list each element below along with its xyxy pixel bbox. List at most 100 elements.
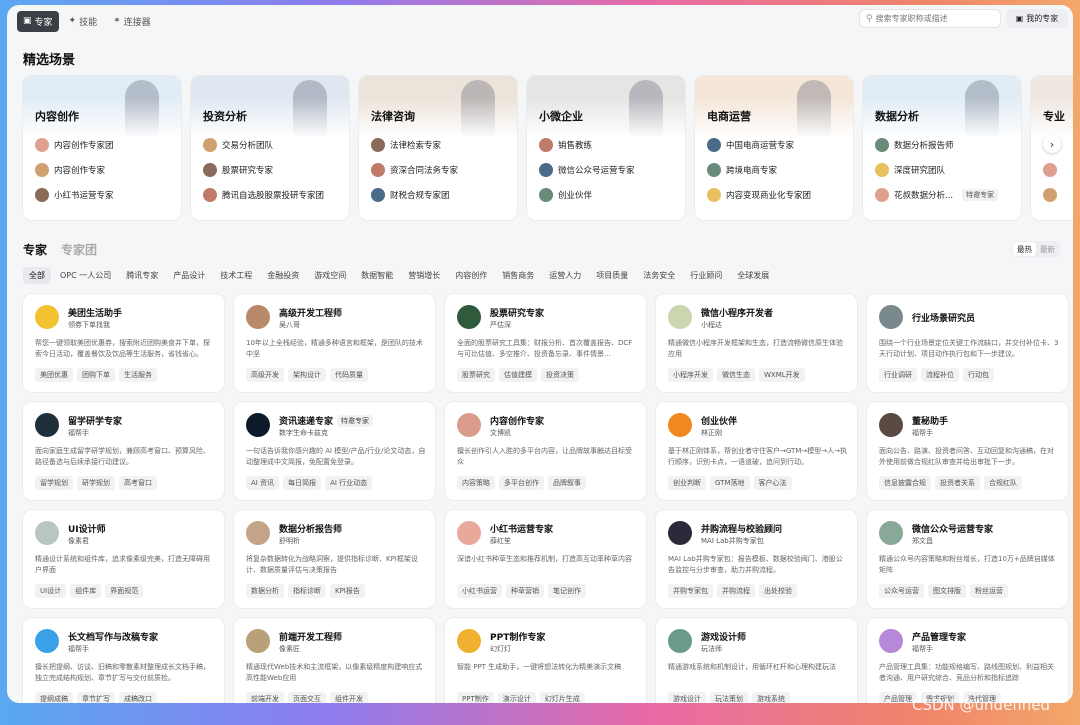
expert-description: 擅长把提纲、访谈、旧稿和零散素材整理成长文档手稿，独立完成结构规划、章节扩写与交… xyxy=(35,663,210,682)
scenario-expert-item[interactable]: 股票研究专家 xyxy=(203,163,273,177)
tab-expert[interactable]: 专家 xyxy=(23,241,47,258)
scenario-expert-item[interactable]: 财税合规专家团 xyxy=(371,188,450,202)
category-chip[interactable]: 技术工程 xyxy=(214,267,258,284)
expert-card[interactable]: 小红书运营专家 薛红笙 深谙小红书种草生态和推荐机制，打造高互动率种草内容 小红书运营… xyxy=(444,509,647,609)
expert-card[interactable]: 并购流程与校验顾问 MAI Lab并购专家包 MAI Lab并购专家包：报告模板、数… xyxy=(655,509,858,609)
scenario-expert-item[interactable]: 数据分析报告师 xyxy=(875,138,954,152)
category-chip[interactable]: 行业顾问 xyxy=(684,267,728,284)
scenario-expert-item[interactable]: 法律检索专家 xyxy=(371,138,441,152)
expert-card[interactable]: 高级开发工程师 吴八哥 10年以上全栈经验，精通多种语言和框架，是团队的技术中坚 高级… xyxy=(233,293,436,393)
expert-card[interactable]: 微信公众号运营专家 郑文昌 精通公众号内容策略和粉丝增长，打造10万+品牌自媒体矩阵… xyxy=(866,509,1069,609)
expert-card[interactable]: 留学研学专家 福帮手 面向家庭生成留学研学规划，兼顾高考窗口、预算风险、路径备选与后… xyxy=(22,401,225,501)
expert-name: 微信小程序开发者 xyxy=(701,309,774,319)
category-chip[interactable]: 腾讯专家 xyxy=(120,267,164,284)
category-chip[interactable]: 营销增长 xyxy=(402,267,446,284)
category-chip[interactable]: 销售商务 xyxy=(496,267,540,284)
expert-author: 薛红笙 xyxy=(490,537,511,545)
expert-author: 福帮手 xyxy=(68,645,89,653)
scenario-title: 法律咨询 xyxy=(371,110,415,123)
category-chip[interactable]: 全部 xyxy=(23,267,51,284)
scenario-expert-item[interactable]: 创业伙伴 xyxy=(539,188,592,202)
expert-name-row: 前端开发工程师 xyxy=(279,630,342,643)
expert-card[interactable]: 数据分析报告师 舒明析 将复杂数据转化为战略洞察，提供指标诊断、KPI框架设计、数据… xyxy=(233,509,436,609)
expert-name-row: 资讯速递专家 特邀专家 xyxy=(279,414,374,427)
scenario-card[interactable]: 电商运营中国电商运营专家 跨境电商专家内容变现商业化专家团 xyxy=(694,75,854,221)
expert-card[interactable]: 行业场景研究员 围绕一个行业场景定位关键工作流缺口，并交付补位卡、3天行动计划、项… xyxy=(866,293,1069,393)
category-chip[interactable]: 产品设计 xyxy=(167,267,211,284)
expert-tag: 代码质量 xyxy=(330,368,368,382)
tab-connectors[interactable]: ⚭ 连接器 xyxy=(107,11,157,32)
my-experts-button[interactable]: ▣ 我的专家 xyxy=(1006,9,1068,28)
sort-hot[interactable]: 最热 xyxy=(1013,242,1036,256)
expert-tag: 演示设计 xyxy=(497,692,536,703)
tab-experts[interactable]: ▣ 专家 xyxy=(17,10,59,32)
tab-skills[interactable]: ✦ 技能 xyxy=(63,11,104,32)
scenario-expert-item[interactable]: 交易分析团队 xyxy=(203,138,273,152)
expert-author: 福帮手 xyxy=(912,645,933,653)
scenario-expert-item[interactable]: 资深合同法务专家 xyxy=(371,163,458,177)
scenario-expert-item[interactable]: 跨境电商专家 xyxy=(707,163,777,177)
scenario-expert-item[interactable]: 微信公众号运营专家 xyxy=(539,163,635,177)
category-chip[interactable]: 金融投资 xyxy=(261,267,305,284)
category-chip[interactable]: 全球发展 xyxy=(731,267,775,284)
expert-card[interactable]: 产品管理专家 福帮手 产品管理工具集：功能规格编写、路线图规划、利益相关者沟通、用户… xyxy=(866,617,1069,703)
scenario-expert-item[interactable]: 中国电商运营专家 xyxy=(707,138,794,152)
scenario-expert-item[interactable]: 腾讯自选股股票投研专家团 xyxy=(203,188,324,202)
expert-author: 像素匠 xyxy=(279,645,300,653)
scenario-card[interactable]: 法律咨询法律检索专家资深合同法务专家财税合规专家团 xyxy=(358,75,518,221)
expert-card[interactable]: PPT制作专家 幻灯灯 智能 PPT 生成助手，一键将想法转化为精美演示文稿 PPT制… xyxy=(444,617,647,703)
expert-card[interactable]: 创业伙伴 林正刚 基于林正刚体系，帮创业者守住客户→GTM→模型→人→执行顺序，识别… xyxy=(655,401,858,501)
expert-card[interactable]: 前端开发工程师 像素匠 精通现代Web技术和主流框架，以像素级精度构建响应式高性能W… xyxy=(233,617,436,703)
expert-tags: 高级开发 架构设计 代码质量 xyxy=(246,368,368,382)
scenario-banner xyxy=(527,76,685,138)
expert-card[interactable]: UI设计师 像素君 精通设计系统和组件库，追求像素级完美，打造无障碍用户界面 UI设计… xyxy=(22,509,225,609)
scenario-expert-item[interactable]: 小红书运营专家 xyxy=(35,188,114,202)
expert-card[interactable]: 微信小程序开发者 小程达 精通微信小程序开发框架和生态，打造流畅微信原生体验应用 小程… xyxy=(655,293,858,393)
expert-card[interactable]: 游戏设计师 玩法师 精通游戏系统和机制设计，用循环杠杆和心理构建玩法 游戏设计 玩法策划… xyxy=(655,617,858,703)
scenario-expert-label: 财税合规专家团 xyxy=(390,191,450,201)
expert-name: 行业场景研究员 xyxy=(912,314,976,324)
sort-new[interactable]: 最新 xyxy=(1036,242,1059,256)
scenario-expert-item[interactable]: 深度研究团队 xyxy=(875,163,945,177)
scenario-card[interactable]: 内容创作 内容创作专家团 内容创作专家 小红书运营专家 xyxy=(22,75,182,221)
avatar xyxy=(875,163,889,177)
category-chip[interactable]: 项目质量 xyxy=(590,267,634,284)
expert-name-row: 美团生活助手 xyxy=(68,306,122,319)
scenario-expert-label: 花叔数据分析... xyxy=(894,191,954,201)
scenario-expert-item[interactable]: 销售教练 xyxy=(539,138,592,152)
expert-card[interactable]: 内容创作专家 文博凯 擅长创作引人入胜的多平台内容，让品牌故事触达目标受众 内容策略多… xyxy=(444,401,647,501)
scenario-expert-item[interactable] xyxy=(1043,188,1062,202)
scenario-card[interactable]: 投资分析 交易分析团队 股票研究专家 腾讯自选股股票投研专家团 xyxy=(190,75,350,221)
scenario-expert-item[interactable]: 花叔数据分析... 特邀专家 xyxy=(875,188,999,202)
expert-tag: UI设计 xyxy=(35,584,67,598)
expert-name: 小红书运营专家 xyxy=(490,525,554,535)
scenario-expert-item[interactable]: 内容创作专家 xyxy=(35,163,105,177)
tab-label: 连接器 xyxy=(123,17,151,28)
scenario-expert-label: 微信公众号运营专家 xyxy=(558,166,635,176)
category-chip[interactable]: 游戏空间 xyxy=(308,267,352,284)
carousel-next-button[interactable]: › xyxy=(1043,135,1061,153)
search-input[interactable] xyxy=(875,14,994,23)
expert-card[interactable]: 美团生活助手 领券下单找我 帮您一键领取美团优惠券，搜索附近团购美食并下单，探索今日… xyxy=(22,293,225,393)
expert-card[interactable]: 股票研究专家 严估深 全面的股票研究工具集：财报分析、首次覆盖报告、DCF与可比估值… xyxy=(444,293,647,393)
category-chip[interactable]: 内容创作 xyxy=(449,267,493,284)
expert-card[interactable]: 长文档写作与改稿专家 福帮手 擅长把提纲、访谈、旧稿和零散素材整理成长文档手稿，独立… xyxy=(22,617,225,703)
category-chip[interactable]: 数据智能 xyxy=(355,267,399,284)
avatar xyxy=(371,188,385,202)
category-chip[interactable]: OPC 一人公司 xyxy=(54,267,117,284)
category-chip[interactable]: 运营人力 xyxy=(543,267,587,284)
expert-name: 数据分析报告师 xyxy=(279,525,343,535)
scenario-expert-item[interactable]: 内容创作专家团 xyxy=(35,138,114,152)
expert-card[interactable]: 资讯速递专家 特邀专家 数字生命卡兹克 一句话告诉我你感兴趣的 AI 模型/产品/行业… xyxy=(233,401,436,501)
avatar xyxy=(457,413,481,437)
scenario-expert-item[interactable]: 内容变现商业化专家团 xyxy=(707,188,811,202)
scenario-expert-item[interactable] xyxy=(1043,163,1062,177)
tab-expert-team[interactable]: 专家团 xyxy=(61,241,97,258)
scenario-card[interactable]: 小微企业 销售教练 微信公众号运营专家 创业伙伴 xyxy=(526,75,686,221)
top-bar: ▣ 专家 ✦ 技能 ⚭ 连接器 ⚲ ▣ 我的专家 xyxy=(7,5,1073,37)
expert-card[interactable]: 董秘助手 福帮手 面向公告、路演、投资者问答、互动回复和沟通稿，在对外使用前做合规红… xyxy=(866,401,1069,501)
scenario-card[interactable]: 数据分析 数据分析报告师 深度研究团队 花叔数据分析... 特邀专家 xyxy=(862,75,1022,221)
scenario-expert-label: 数据分析报告师 xyxy=(894,141,954,151)
category-chip[interactable]: 法务安全 xyxy=(637,267,681,284)
scenario-title: 电商运营 xyxy=(707,110,751,123)
